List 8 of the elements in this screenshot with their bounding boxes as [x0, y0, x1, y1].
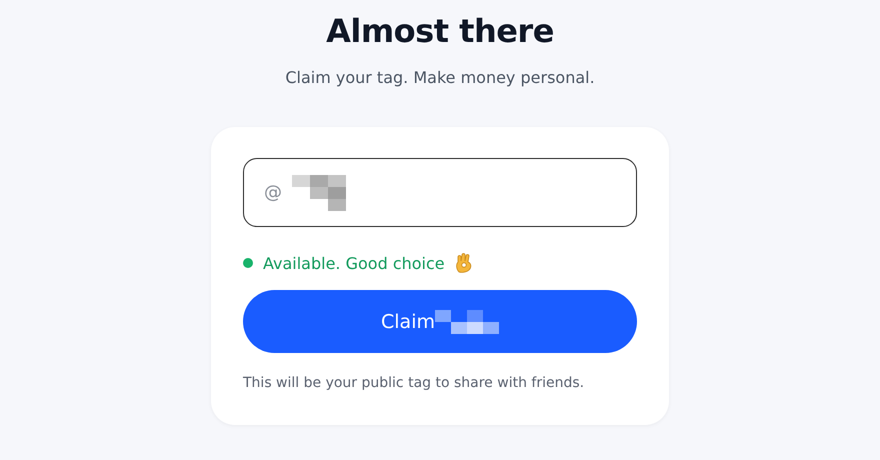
subtitle: Claim your tag. Make money personal.: [285, 68, 595, 87]
tag-input-field[interactable]: @: [243, 158, 637, 227]
claim-button[interactable]: Claim: [243, 290, 637, 353]
helper-text: This will be your public tag to share with friends.: [243, 375, 586, 391]
ok-hand-icon: [454, 253, 473, 273]
availability-message: Available. Good choice: [263, 254, 445, 272]
status-dot-icon: [243, 258, 253, 268]
page-title: Almost there: [326, 12, 554, 50]
